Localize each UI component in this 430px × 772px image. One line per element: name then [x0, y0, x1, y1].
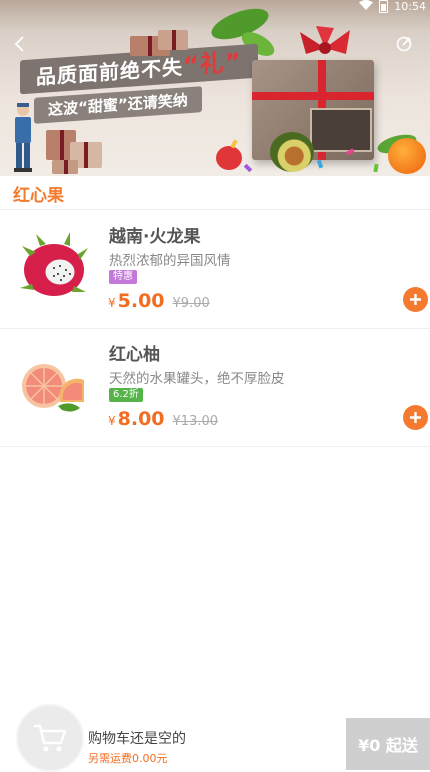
product-description: 热烈浓郁的异国风情 — [109, 253, 231, 269]
product-item[interactable]: 越南·火龙果 热烈浓郁的异国风情 特惠 ¥ 5.00 ¥9.00 — [0, 212, 430, 329]
wifi-icon — [359, 0, 374, 13]
price-row: ¥ 8.00 ¥13.00 — [108, 408, 218, 430]
back-button[interactable] — [8, 32, 32, 56]
grapefruit-image — [22, 364, 84, 412]
product-tag: 6.2折 — [109, 388, 143, 402]
dragon-fruit-image — [20, 232, 88, 296]
add-to-cart-button[interactable] — [403, 405, 428, 430]
banner-subline: 这波“甜蜜”还请笑纳 — [34, 86, 202, 124]
category-header: 红心果 — [0, 176, 430, 210]
currency-symbol: ¥ — [108, 296, 116, 310]
worker-illustration — [14, 103, 32, 172]
product-description: 天然的水果罐头，绝不厚脸皮 — [109, 371, 285, 387]
orange-illustration — [388, 138, 426, 174]
product-price: 8.00 — [117, 408, 165, 430]
currency-symbol: ¥ — [108, 414, 116, 428]
add-to-cart-button[interactable] — [403, 287, 428, 312]
cart-bar: 购物车还是空的 另需运费0.00元 ¥0 起送 — [0, 704, 430, 772]
ribbon-bow-icon — [300, 26, 350, 54]
product-tag: 特惠 — [109, 270, 137, 284]
checkout-button[interactable]: ¥0 起送 — [346, 718, 430, 770]
gift-illustration — [158, 30, 188, 50]
avocado-illustration — [270, 132, 314, 172]
status-time: 10:54 — [394, 0, 426, 13]
category-title: 红心果 — [13, 186, 64, 206]
original-price: ¥13.00 — [172, 414, 219, 429]
strawberry-illustration — [216, 146, 242, 170]
product-name: 红心柚 — [109, 345, 160, 365]
gift-illustration — [52, 160, 78, 174]
banner-headline-text: 品质面前绝不失 — [36, 54, 183, 90]
delivery-fee-text: 另需运费0.00元 — [88, 752, 168, 765]
promo-banner: 10:54 品质面前绝不失“礼” 这波“甜蜜”还请笑纳 — [0, 0, 430, 176]
price-row: ¥ 5.00 ¥9.00 — [108, 290, 210, 312]
cart-button[interactable] — [16, 704, 84, 772]
battery-icon — [379, 0, 389, 13]
share-icon — [396, 36, 412, 52]
original-price: ¥9.00 — [172, 296, 210, 311]
banner-headline-accent: “礼” — [183, 47, 242, 80]
product-price: 5.00 — [117, 290, 165, 312]
product-item[interactable]: 红心柚 天然的水果罐头，绝不厚脸皮 6.2折 ¥ 8.00 ¥13.00 — [0, 330, 430, 447]
chevron-left-icon — [14, 36, 24, 52]
plus-icon — [410, 412, 421, 423]
shopping-cart-icon — [34, 724, 67, 752]
plus-icon — [410, 294, 421, 305]
product-name: 越南·火龙果 — [109, 227, 201, 247]
share-button[interactable] — [392, 32, 416, 56]
cart-empty-text: 购物车还是空的 — [88, 731, 186, 747]
